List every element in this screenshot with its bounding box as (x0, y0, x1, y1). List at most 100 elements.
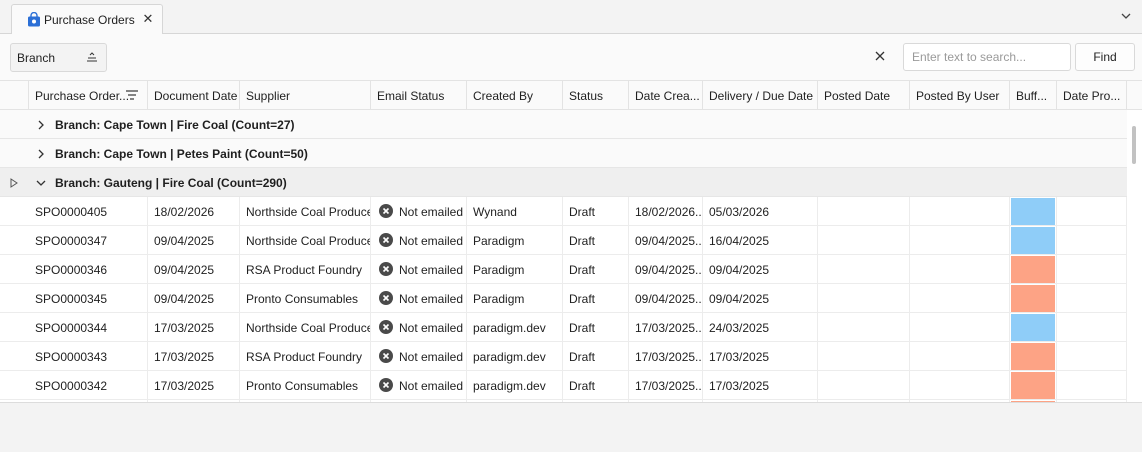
column-header-supplier[interactable]: Supplier (240, 81, 371, 110)
column-header-delivery-due-date[interactable]: Delivery / Due Date (703, 81, 818, 110)
cell-posted-date[interactable] (818, 197, 910, 226)
cell-created-by[interactable]: paradigm.dev (467, 371, 563, 400)
cell-email-status[interactable]: Not emailed (371, 284, 467, 313)
cell-date-created[interactable]: 18/02/2026... (629, 197, 703, 226)
cell-status[interactable]: Draft (563, 313, 629, 342)
cell-email-status[interactable]: Not emailed (371, 342, 467, 371)
cell-date-created[interactable]: 09/04/2025... (629, 284, 703, 313)
group-by-branch-chip[interactable]: Branch (10, 43, 107, 72)
cell-date-processed[interactable] (1057, 342, 1127, 371)
cell-document-date[interactable]: 18/02/2026 (148, 197, 240, 226)
cell-email-status[interactable]: Not emailed (371, 226, 467, 255)
cell-date-processed[interactable] (1057, 313, 1127, 342)
column-header-document-date[interactable]: Document Date (148, 81, 240, 110)
table-row[interactable]: SPO0000405 18/02/2026 Northside Coal Produ… (0, 197, 1127, 226)
cell-buffer[interactable] (1010, 371, 1057, 400)
cell-created-by[interactable]: Wynand (467, 197, 563, 226)
cell-delivery-due-date[interactable]: 17/03/2025 (703, 371, 818, 400)
filter-icon[interactable] (126, 90, 138, 100)
cell-document-date[interactable]: 09/04/2025 (148, 284, 240, 313)
cell-document-date[interactable]: 17/03/2025 (148, 313, 240, 342)
cell-purchase-order[interactable]: SPO0000344 (29, 313, 148, 342)
cell-delivery-due-date[interactable]: 24/03/2025 (703, 313, 818, 342)
column-header-posted-by-user[interactable]: Posted By User (910, 81, 1010, 110)
cell-posted-date[interactable] (818, 313, 910, 342)
cell-date-processed[interactable] (1057, 197, 1127, 226)
chevron-right-icon[interactable] (36, 120, 46, 130)
cell-document-date[interactable]: 17/03/2025 (148, 342, 240, 371)
column-header-date-processed[interactable]: Date Pro... (1057, 81, 1127, 110)
column-header-posted-date[interactable]: Posted Date (818, 81, 910, 110)
table-row[interactable]: SPO0000343 17/03/2025 RSA Product Foundry N… (0, 342, 1127, 371)
column-header-email-status[interactable]: Email Status (371, 81, 467, 110)
search-input[interactable] (903, 43, 1071, 71)
cell-buffer[interactable] (1010, 313, 1057, 342)
cell-posted-by-user[interactable] (910, 197, 1010, 226)
table-row[interactable]: SPO0000345 09/04/2025 Pronto Consumables No… (0, 284, 1127, 313)
chevron-down-icon[interactable] (36, 178, 46, 188)
cell-status[interactable]: Draft (563, 371, 629, 400)
cell-status[interactable]: Draft (563, 342, 629, 371)
cell-posted-by-user[interactable] (910, 284, 1010, 313)
cell-delivery-due-date[interactable]: 09/04/2025 (703, 284, 818, 313)
table-row[interactable]: SPO0000344 17/03/2025 Northside Coal Produ… (0, 313, 1127, 342)
cell-date-processed[interactable] (1057, 284, 1127, 313)
cell-posted-date[interactable] (818, 255, 910, 284)
table-row[interactable]: SPO0000346 09/04/2025 RSA Product Foundry N… (0, 255, 1127, 284)
cell-posted-date[interactable] (818, 342, 910, 371)
column-header-buffer[interactable]: Buff... (1010, 81, 1057, 110)
tab-close-icon[interactable]: ✕ (142, 12, 154, 26)
cell-posted-by-user[interactable] (910, 226, 1010, 255)
cell-status[interactable]: Draft (563, 255, 629, 284)
cell-buffer[interactable] (1010, 284, 1057, 313)
cell-posted-by-user[interactable] (910, 255, 1010, 284)
cell-posted-date[interactable] (818, 284, 910, 313)
cell-document-date[interactable]: 09/04/2025 (148, 226, 240, 255)
cell-purchase-order[interactable]: SPO0000346 (29, 255, 148, 284)
chevron-right-icon[interactable] (36, 149, 46, 159)
cell-purchase-order[interactable]: SPO0000342 (29, 371, 148, 400)
table-row[interactable]: SPO0000347 09/04/2025 Northside Coal Produ… (0, 226, 1127, 255)
tab-purchase-orders[interactable]: Purchase Orders ✕ (11, 4, 163, 34)
cell-buffer[interactable] (1010, 342, 1057, 371)
cell-supplier[interactable]: Pronto Consumables (240, 371, 371, 400)
cell-status[interactable]: Draft (563, 197, 629, 226)
cell-date-created[interactable]: 09/04/2025... (629, 255, 703, 284)
find-button[interactable]: Find (1075, 43, 1135, 71)
cell-purchase-order[interactable]: SPO0000405 (29, 197, 148, 226)
cell-posted-by-user[interactable] (910, 313, 1010, 342)
vertical-scrollbar[interactable] (1129, 110, 1142, 402)
chevron-down-icon[interactable] (1119, 9, 1133, 23)
cell-date-processed[interactable] (1057, 371, 1127, 400)
cell-status[interactable]: Draft (563, 284, 629, 313)
cell-email-status[interactable]: Not emailed (371, 197, 467, 226)
cell-status[interactable]: Draft (563, 226, 629, 255)
cell-date-created[interactable]: 17/03/2025... (629, 371, 703, 400)
cell-created-by[interactable]: paradigm.dev (467, 313, 563, 342)
cell-date-created[interactable]: 17/03/2025... (629, 313, 703, 342)
clear-search-icon[interactable] (873, 49, 887, 63)
cell-created-by[interactable]: Paradigm (467, 284, 563, 313)
cell-supplier[interactable]: Northside Coal Producers (240, 313, 371, 342)
cell-created-by[interactable]: Paradigm (467, 226, 563, 255)
cell-date-processed[interactable] (1057, 255, 1127, 284)
cell-delivery-due-date[interactable]: 05/03/2026 (703, 197, 818, 226)
cell-buffer[interactable] (1010, 226, 1057, 255)
cell-purchase-order[interactable]: SPO0000343 (29, 342, 148, 371)
table-row[interactable]: SPO0000342 17/03/2025 Pronto Consumables No… (0, 371, 1127, 400)
cell-purchase-order[interactable]: SPO0000347 (29, 226, 148, 255)
cell-purchase-order[interactable]: SPO0000345 (29, 284, 148, 313)
column-header-created-by[interactable]: Created By (467, 81, 563, 110)
cell-delivery-due-date[interactable]: 16/04/2025 (703, 226, 818, 255)
column-header-date-created[interactable]: Date Crea... (629, 81, 703, 110)
scrollbar-thumb[interactable] (1132, 126, 1136, 164)
cell-document-date[interactable]: 09/04/2025 (148, 255, 240, 284)
cell-email-status[interactable]: Not emailed (371, 313, 467, 342)
cell-supplier[interactable]: RSA Product Foundry (240, 255, 371, 284)
cell-delivery-due-date[interactable]: 09/04/2025 (703, 255, 818, 284)
cell-date-processed[interactable] (1057, 226, 1127, 255)
cell-created-by[interactable]: Paradigm (467, 255, 563, 284)
cell-email-status[interactable]: Not emailed (371, 371, 467, 400)
group-row[interactable]: Branch: Gauteng | Fire Coal (Count=290) (0, 168, 1127, 197)
cell-date-created[interactable]: 17/03/2025... (629, 342, 703, 371)
